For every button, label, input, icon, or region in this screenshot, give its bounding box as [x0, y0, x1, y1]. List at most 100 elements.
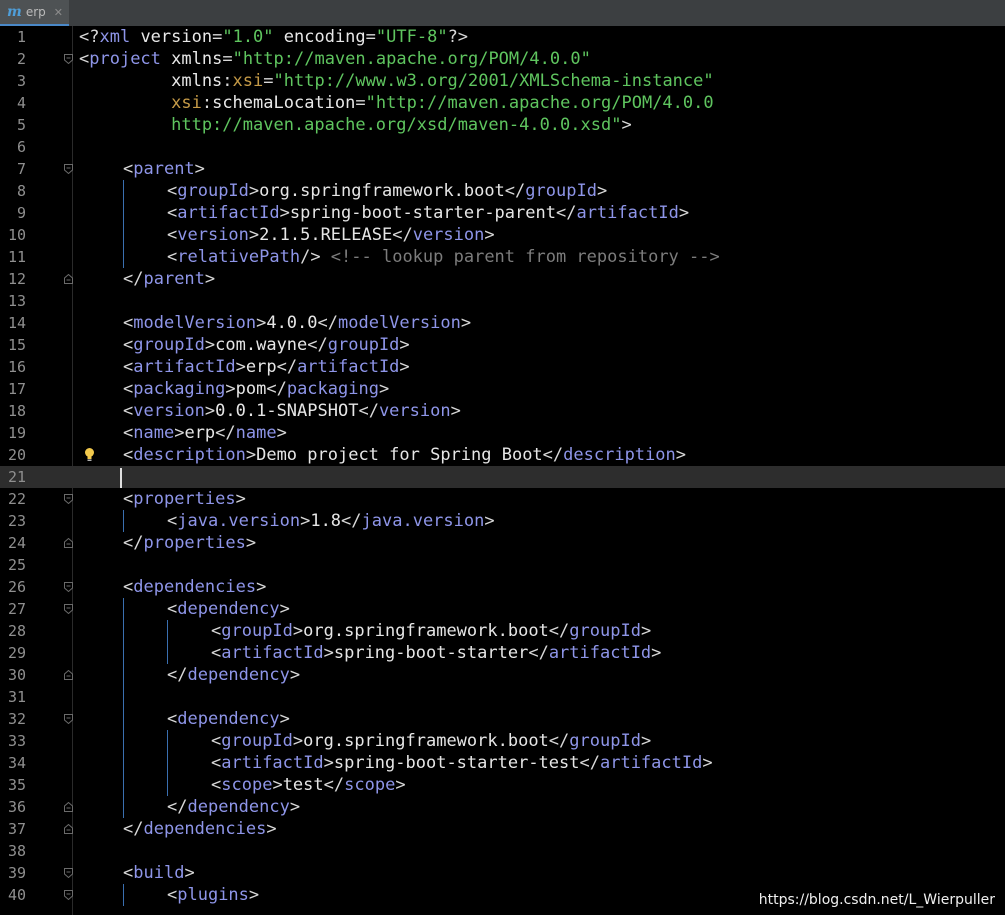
code-line[interactable]: 15 <groupId>com.wayne</groupId> [0, 334, 1005, 356]
line-number[interactable]: 5 [6, 114, 26, 136]
code-line[interactable]: 11 <relativePath/> <!-- lookup parent fro… [0, 246, 1005, 268]
line-number[interactable]: 22 [6, 488, 26, 510]
line-number[interactable]: 39 [6, 862, 26, 884]
fold-open-icon[interactable] [64, 868, 73, 879]
line-number[interactable]: 31 [6, 686, 26, 708]
fold-open-icon[interactable] [64, 582, 73, 593]
fold-open-icon[interactable] [64, 604, 73, 615]
code-token: xmlns [79, 71, 223, 91]
code-line[interactable]: 4 xsi:schemaLocation="http://maven.apach… [0, 92, 1005, 114]
code-line[interactable]: 12 </parent> [0, 268, 1005, 290]
code-token: < [167, 247, 178, 267]
code-line[interactable]: 8 <groupId>org.springframework.boot</grou… [0, 180, 1005, 202]
line-number[interactable]: 6 [6, 136, 26, 158]
code-line[interactable]: 9 <artifactId>spring-boot-starter-parent<… [0, 202, 1005, 224]
code-line[interactable]: 13 [0, 290, 1005, 312]
line-number[interactable]: 19 [6, 422, 26, 444]
lightbulb-icon[interactable] [84, 447, 95, 462]
line-number[interactable]: 4 [6, 92, 26, 114]
line-number[interactable]: 32 [6, 708, 26, 730]
close-icon[interactable]: ✕ [54, 6, 63, 19]
code-line[interactable]: 33 <groupId>org.springframework.boot</gro… [0, 730, 1005, 752]
line-number[interactable]: 3 [6, 70, 26, 92]
line-number[interactable]: 30 [6, 664, 26, 686]
code-line[interactable]: 39 <build> [0, 862, 1005, 884]
line-number[interactable]: 9 [6, 202, 26, 224]
code-line[interactable]: 35 <scope>test</scope> [0, 774, 1005, 796]
fold-close-icon[interactable] [64, 823, 73, 835]
fold-close-icon[interactable] [64, 669, 73, 681]
code-line[interactable]: 30 </dependency> [0, 664, 1005, 686]
code-line[interactable]: 21 [0, 466, 1005, 488]
line-number[interactable]: 18 [6, 400, 26, 422]
code-line[interactable]: 27 <dependency> [0, 598, 1005, 620]
line-number[interactable]: 17 [6, 378, 26, 400]
line-number[interactable]: 37 [6, 818, 26, 840]
line-number[interactable]: 23 [6, 510, 26, 532]
fold-open-icon[interactable] [64, 164, 73, 175]
code-line[interactable]: 14 <modelVersion>4.0.0</modelVersion> [0, 312, 1005, 334]
line-number[interactable]: 12 [6, 268, 26, 290]
line-number[interactable]: 33 [6, 730, 26, 752]
line-number[interactable]: 14 [6, 312, 26, 334]
line-number[interactable]: 28 [6, 620, 26, 642]
code-line[interactable]: 34 <artifactId>spring-boot-starter-test</… [0, 752, 1005, 774]
fold-close-icon[interactable] [64, 537, 73, 549]
fold-open-icon[interactable] [64, 890, 73, 901]
code-line[interactable]: 7 <parent> [0, 158, 1005, 180]
fold-open-icon[interactable] [64, 714, 73, 725]
code-line[interactable]: 32 <dependency> [0, 708, 1005, 730]
line-number[interactable]: 15 [6, 334, 26, 356]
code-line[interactable]: 24 </properties> [0, 532, 1005, 554]
line-number[interactable]: 38 [6, 840, 26, 862]
line-number[interactable]: 35 [6, 774, 26, 796]
tab-erp[interactable]: m erp ✕ [0, 0, 69, 26]
code-line[interactable]: 10 <version>2.1.5.RELEASE</version> [0, 224, 1005, 246]
line-number[interactable]: 21 [6, 466, 26, 488]
line-number[interactable]: 7 [6, 158, 26, 180]
code-line[interactable]: 1 <?xml version="1.0" encoding="UTF-8"?> [0, 26, 1005, 48]
line-number[interactable]: 20 [6, 444, 26, 466]
code-line[interactable]: 17 <packaging>pom</packaging> [0, 378, 1005, 400]
line-number[interactable]: 16 [6, 356, 26, 378]
fold-close-icon[interactable] [64, 801, 73, 813]
code-line[interactable]: 25 [0, 554, 1005, 576]
fold-open-icon[interactable] [64, 54, 73, 65]
line-number[interactable]: 2 [6, 48, 26, 70]
code-line[interactable]: 31 [0, 686, 1005, 708]
line-number[interactable]: 24 [6, 532, 26, 554]
line-number[interactable]: 13 [6, 290, 26, 312]
code-token: </ [528, 643, 549, 663]
line-number[interactable]: 27 [6, 598, 26, 620]
code-line[interactable]: 36 </dependency> [0, 796, 1005, 818]
code-line[interactable]: 3 xmlns:xsi="http://www.w3.org/2001/XMLS… [0, 70, 1005, 92]
line-number[interactable]: 10 [6, 224, 26, 246]
line-number[interactable]: 1 [6, 26, 26, 48]
line-number[interactable]: 25 [6, 554, 26, 576]
line-number[interactable]: 40 [6, 884, 26, 906]
code-line[interactable]: 28 <groupId>org.springframework.boot</gro… [0, 620, 1005, 642]
code-line[interactable]: 2 <project xmlns="http://maven.apache.org… [0, 48, 1005, 70]
code-line[interactable]: 6 [0, 136, 1005, 158]
fold-open-icon[interactable] [64, 494, 73, 505]
code-line[interactable]: 20 <description>Demo project for Spring B… [0, 444, 1005, 466]
code-line[interactable]: 29 <artifactId>spring-boot-starter</artif… [0, 642, 1005, 664]
code-line[interactable]: 16 <artifactId>erp</artifactId> [0, 356, 1005, 378]
line-number[interactable]: 11 [6, 246, 26, 268]
code-line[interactable]: 19 <name>erp</name> [0, 422, 1005, 444]
line-number[interactable]: 34 [6, 752, 26, 774]
code-line[interactable]: 23 <java.version>1.8</java.version> [0, 510, 1005, 532]
code-line[interactable]: 5 http://maven.apache.org/xsd/maven-4.0.… [0, 114, 1005, 136]
code-line[interactable]: 26 <dependencies> [0, 576, 1005, 598]
fold-close-icon[interactable] [64, 273, 73, 285]
line-number[interactable]: 8 [6, 180, 26, 202]
code-line[interactable]: 37 </dependencies> [0, 818, 1005, 840]
code-line[interactable]: 22 <properties> [0, 488, 1005, 510]
line-number[interactable]: 36 [6, 796, 26, 818]
line-number[interactable]: 26 [6, 576, 26, 598]
code-editor[interactable]: 1 <?xml version="1.0" encoding="UTF-8"?> 2… [0, 26, 1005, 915]
line-number[interactable]: 29 [6, 642, 26, 664]
code-token: < [123, 357, 134, 377]
code-line[interactable]: 18 <version>0.0.1-SNAPSHOT</version> [0, 400, 1005, 422]
code-line[interactable]: 38 [0, 840, 1005, 862]
